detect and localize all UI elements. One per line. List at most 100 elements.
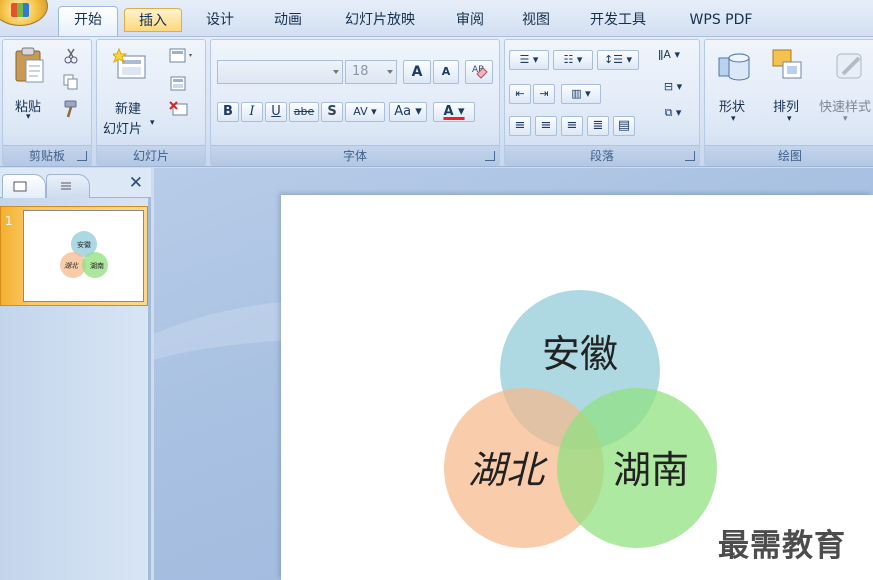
tab-review[interactable]: 审阅 [446,8,494,32]
tab-design[interactable]: 设计 [196,8,244,32]
italic-button[interactable]: I [241,102,263,122]
bold-button[interactable]: B [217,102,239,122]
thumb-label-anhui: 安徽 [77,240,91,249]
align-left-icon: ≡ [514,118,526,133]
slide-number: 1 [5,214,13,228]
venn-label-hunan[interactable]: 湖南 [613,448,689,492]
quick-styles-button[interactable]: 快速样式 ▾ [817,44,873,134]
reset-icon[interactable] [169,74,187,92]
paste-dropdown-icon: ▾ [26,112,31,122]
cut-icon[interactable] [63,48,79,64]
slides-group-label: 幻灯片 [97,145,205,165]
tab-outline-view[interactable] [46,174,90,198]
line-spacing-icon: ↕☰ ▾ [603,53,633,66]
text-direction-button[interactable]: ǁA ▾ [655,46,683,66]
grow-font-button[interactable]: A [403,60,431,84]
line-spacing-button[interactable]: ↕☰ ▾ [597,50,639,70]
font-size-value: 18 [352,64,369,79]
thumbnail-venn: 安徽 湖北 湖南 [60,231,108,278]
align-right-icon: ≡ [566,118,578,133]
columns-button[interactable]: ▥ ▾ [561,84,601,104]
tab-view[interactable]: 视图 [512,8,560,32]
grow-font-icon: A [411,64,423,80]
arrange-label: 排列 [773,100,800,115]
tab-animation[interactable]: 动画 [264,8,312,32]
group-slides: 新建 幻灯片 ▾ 幻灯片 [96,39,206,166]
font-color-button[interactable]: A ▾ [433,102,475,122]
tab-slides-view[interactable] [2,174,46,198]
thumb-label-hubei: 湖北 [64,262,79,270]
underline-button[interactable]: U [265,102,287,122]
text-shadow-button[interactable]: S [321,102,343,122]
shapes-label: 形状 [719,100,746,115]
format-painter-icon[interactable] [63,100,79,118]
ribbon-tab-row: 开始 插入 设计 动画 幻灯片放映 审阅 视图 开发工具 WPS PDF [0,0,873,36]
slides-panel: ✕ 1 安徽 湖北 湖南 [0,168,151,580]
char-spacing-button[interactable]: AV ▾ [345,102,385,122]
font-launcher-icon[interactable] [485,151,495,161]
close-panel-icon[interactable]: ✕ [129,174,143,192]
drawing-group-label: 绘图 [705,145,873,165]
increase-indent-icon: ⇥ [539,87,549,100]
panel-tabs: ✕ [0,168,151,198]
copy-icon[interactable] [63,74,79,90]
justify-button[interactable]: ≣ [587,116,609,136]
clear-format-button[interactable]: AB [465,60,493,84]
office-button[interactable] [0,0,48,26]
font-size-combo[interactable]: 18 [345,60,397,84]
align-left-button[interactable]: ≡ [509,116,531,136]
shapes-button[interactable]: 形状 ▾ [709,44,759,134]
delete-slide-icon[interactable] [169,100,189,118]
align-center-button[interactable]: ≡ [535,116,557,136]
bullets-button[interactable]: ☰ ▾ [509,50,549,70]
venn-label-hubei[interactable]: 湖北 [468,448,548,492]
numbering-icon: ☷ ▾ [563,53,583,66]
paste-button[interactable]: 粘贴 ▾ [7,44,51,126]
align-text-button[interactable]: ⊟ ▾ [659,78,687,98]
arrange-button[interactable]: 排列 ▾ [765,44,815,134]
quick-styles-dropdown-icon: ▾ [843,114,848,124]
new-slide-button[interactable]: 新建 幻灯片 ▾ [101,44,159,137]
group-drawing: 形状 ▾ 排列 ▾ 快速样式 ▾ 绘图 [704,39,873,166]
smartart-button[interactable]: ⧉ ▾ [659,104,687,124]
layout-icon[interactable] [169,48,195,64]
venn-label-anhui[interactable]: 安徽 [542,332,618,376]
outline-tab-icon [61,182,71,190]
shapes-dropdown-icon: ▾ [731,114,736,124]
smartart-icon: ⧉ ▾ [664,106,682,119]
tab-slideshow[interactable]: 幻灯片放映 [332,8,428,32]
arrange-icon [772,49,802,79]
paragraph-launcher-icon[interactable] [685,151,695,161]
slide-thumbnail[interactable]: 安徽 湖北 湖南 [23,210,144,302]
strikethrough-button[interactable]: abe [289,102,319,122]
decrease-indent-button[interactable]: ⇤ [509,84,531,104]
distribute-button[interactable]: ▤ [613,116,635,136]
new-slide-label-line1: 新建 [115,102,142,117]
tab-wps-pdf[interactable]: WPS PDF [676,8,766,32]
ribbon: 粘贴 ▾ 剪贴板 新建 幻灯片 ▾ 幻灯片 18 A A AB B I U ab… [0,36,873,167]
change-case-label: Aa [394,104,412,119]
bullets-icon: ☰ ▾ [519,53,539,66]
arrange-dropdown-icon: ▾ [787,114,792,124]
tab-developer[interactable]: 开发工具 [578,8,658,32]
paragraph-group-label: 段落 [505,145,699,165]
increase-indent-button[interactable]: ⇥ [533,84,555,104]
slides-tab-icon [13,181,27,192]
group-paragraph: ☰ ▾ ☷ ▾ ↕☰ ▾ ǁA ▾ ⇤ ⇥ ▥ ▾ ⊟ ▾ ⧉ ▾ ≡ ≡ ≡ … [504,39,700,166]
font-size-dropdown-icon [387,70,393,74]
clipboard-launcher-icon[interactable] [77,151,87,161]
distribute-icon: ▤ [617,118,631,133]
tab-insert[interactable]: 插入 [124,8,182,32]
clear-format-icon: AB [472,65,488,79]
align-right-button[interactable]: ≡ [561,116,583,136]
char-spacing-label: AV [353,105,368,118]
decrease-indent-icon: ⇤ [515,87,525,100]
align-center-icon: ≡ [540,118,552,133]
change-case-button[interactable]: Aa ▾ [389,102,427,122]
align-text-icon: ⊟ ▾ [663,80,683,93]
tab-home[interactable]: 开始 [58,6,118,36]
numbering-button[interactable]: ☷ ▾ [553,50,593,70]
shrink-font-button[interactable]: A [433,60,459,84]
new-slide-icon [113,48,146,79]
font-name-combo[interactable] [217,60,343,84]
